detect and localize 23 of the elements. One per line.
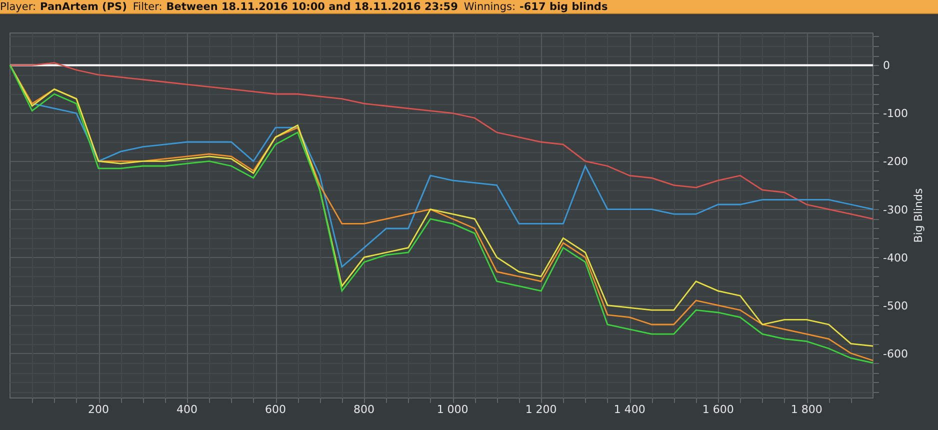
field-label: Winnings: (464, 0, 516, 12)
x-tick-label: 1 400 (614, 403, 646, 416)
x-tick-label: 1 000 (436, 403, 468, 416)
y-tick-label: -600 (883, 347, 908, 360)
y-tick-label: -200 (883, 155, 908, 168)
y-tick-label: -500 (883, 299, 908, 312)
x-tick-label: 1 800 (790, 403, 822, 416)
y-tick-label: -100 (883, 107, 908, 120)
x-tick-label: 800 (354, 403, 375, 416)
y-tick-label: -400 (883, 251, 908, 264)
y-tick-label: 0 (883, 59, 890, 72)
field-label: Filter: (132, 0, 162, 12)
x-tick-label: 1 200 (525, 403, 557, 416)
field-value: PanArtem (PS) (40, 0, 127, 12)
x-tick-label: 200 (88, 403, 110, 416)
x-tick-label: 1 600 (702, 403, 734, 416)
axis-title: Big Blinds (912, 188, 925, 243)
y-tick-label: -300 (883, 203, 908, 216)
x-tick-label: 400 (176, 403, 198, 416)
x-tick-label: 600 (265, 403, 286, 416)
field-value: Between 18.11.2016 10:00 and 18.11.2016 23:59 (166, 0, 458, 12)
field-value: -617 big blinds (520, 0, 608, 12)
field-label: Player: (0, 0, 36, 12)
